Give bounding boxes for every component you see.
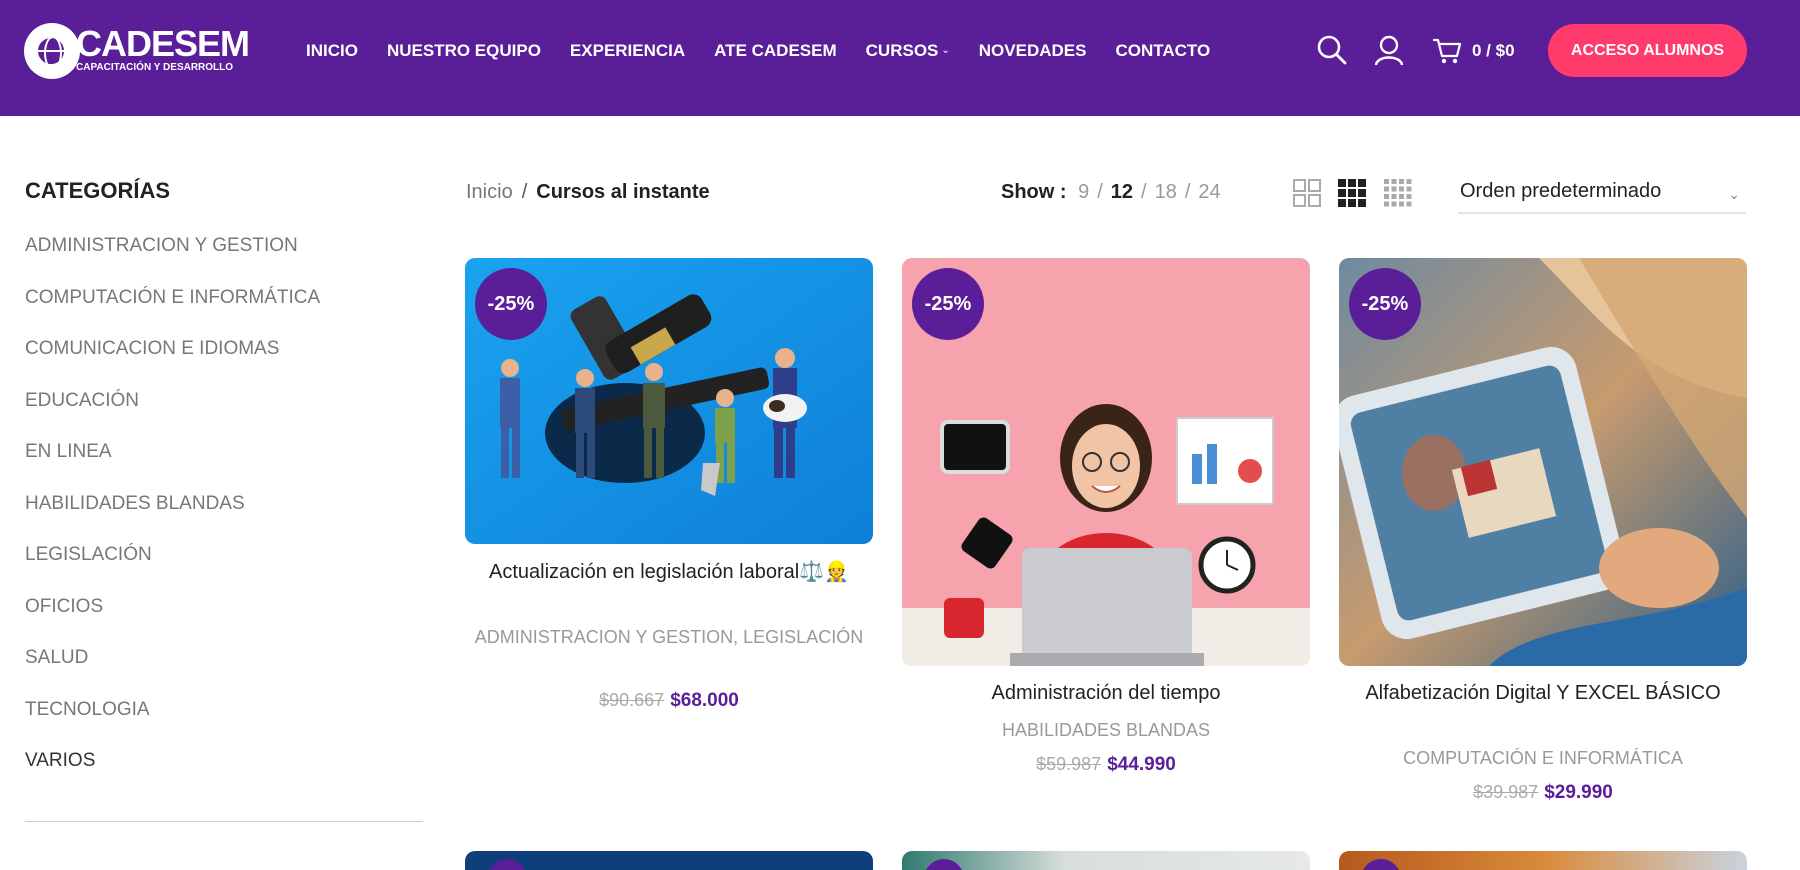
product-image[interactable] [1339, 851, 1747, 870]
show-label: Show : [1001, 181, 1067, 203]
order-select-value: Orden predeterminado [1460, 180, 1662, 202]
nav-cursos-label: CURSOS [865, 41, 939, 60]
category-item[interactable]: ADMINISTRACION Y GESTION [25, 232, 320, 284]
product-price: $39.987 $29.990 [1339, 782, 1747, 804]
category-item[interactable]: EDUCACIÓN [25, 387, 320, 439]
discount-badge [1361, 859, 1401, 870]
logo-name: CADESEM [76, 23, 250, 64]
show-option-9[interactable]: 9 [1078, 181, 1089, 203]
grid-3-icon[interactable] [1338, 179, 1366, 207]
sidebar-divider [25, 821, 423, 822]
nav-novedades[interactable]: NOVEDADES [979, 41, 1087, 61]
nav-ate-cadesem[interactable]: ATE CADESEM [714, 41, 836, 61]
breadcrumb-current: Cursos al instante [536, 181, 710, 203]
product-price: $59.987 $44.990 [902, 754, 1310, 776]
access-students-button[interactable]: ACCESO ALUMNOS [1548, 24, 1747, 77]
cart-icon[interactable] [1431, 34, 1463, 66]
category-item[interactable]: HABILIDADES BLANDAS [25, 490, 320, 542]
product-title[interactable]: Administración del tiempo [902, 679, 1310, 707]
logo-subtitle: CAPACITACIÓN Y DESARROLLO [76, 62, 234, 73]
show-separator: / [1141, 181, 1147, 203]
breadcrumb-home[interactable]: Inicio [466, 181, 513, 203]
product-image[interactable] [902, 851, 1310, 870]
chevron-down-icon: ⌄ [1728, 186, 1740, 202]
chevron-down-icon: ⌄ [941, 45, 950, 56]
nav-cursos[interactable]: CURSOS ⌄ [866, 41, 950, 61]
discount-badge: -25% [1349, 268, 1421, 340]
discount-badge: -25% [912, 268, 984, 340]
user-icon[interactable] [1373, 34, 1405, 66]
product-image[interactable] [465, 851, 873, 870]
product-category[interactable]: COMPUTACIÓN E INFORMÁTICA [1339, 745, 1747, 771]
product-image[interactable]: -25% [465, 258, 873, 544]
nav-inicio[interactable]: INICIO [306, 41, 358, 61]
show-option-24[interactable]: 24 [1198, 181, 1220, 203]
category-item[interactable]: LEGISLACIÓN [25, 541, 320, 593]
category-item[interactable]: SALUD [25, 644, 320, 696]
product-title[interactable]: Actualización en legislación laboral⚖️👷 [465, 558, 873, 586]
site-header: CADESEM CAPACITACIÓN Y DESARROLLO INICIO… [0, 0, 1800, 116]
category-item[interactable]: VARIOS [25, 747, 320, 799]
breadcrumb: Inicio / Cursos al instante [466, 181, 710, 204]
product-image[interactable]: -25% [1339, 258, 1747, 666]
show-option-18[interactable]: 18 [1155, 181, 1177, 203]
category-item[interactable]: EN LINEA [25, 438, 320, 490]
nav-experiencia[interactable]: EXPERIENCIA [570, 41, 685, 61]
globe-icon [36, 36, 66, 70]
grid-4-icon[interactable] [1384, 179, 1412, 207]
category-item[interactable]: OFICIOS [25, 593, 320, 645]
main-nav: INICIO NUESTRO EQUIPO EXPERIENCIA ATE CA… [306, 41, 1239, 61]
cart-total[interactable]: 0 / $0 [1472, 41, 1515, 61]
category-list: ADMINISTRACION Y GESTION COMPUTACIÓN E I… [25, 232, 320, 799]
discount-badge: -25% [475, 268, 547, 340]
category-item[interactable]: COMPUTACIÓN E INFORMÁTICA [25, 284, 320, 336]
nav-contacto[interactable]: CONTACTO [1115, 41, 1210, 61]
show-option-12[interactable]: 12 [1111, 181, 1133, 203]
show-separator: / [1184, 181, 1191, 203]
sale-price: $68.000 [670, 690, 739, 711]
nav-nuestro-equipo[interactable]: NUESTRO EQUIPO [387, 41, 541, 61]
discount-badge [487, 859, 527, 870]
sale-price: $44.990 [1107, 754, 1176, 775]
discount-badge [924, 859, 964, 870]
product-price: $90.667 $68.000 [465, 690, 873, 712]
product-title[interactable]: Alfabetización Digital Y EXCEL BÁSICO [1339, 679, 1747, 707]
show-separator: / [1097, 181, 1103, 203]
old-price: $59.987 [1036, 754, 1102, 774]
category-item[interactable]: COMUNICACION E IDIOMAS [25, 335, 320, 387]
categories-heading: CATEGORÍAS [25, 178, 171, 203]
product-category[interactable]: HABILIDADES BLANDAS [902, 717, 1310, 743]
product-category[interactable]: ADMINISTRACION Y GESTION, LEGISLACIÓN [465, 624, 873, 650]
site-logo[interactable]: CADESEM CAPACITACIÓN Y DESARROLLO [22, 22, 250, 82]
sale-price: $29.990 [1544, 782, 1613, 803]
breadcrumb-separator: / [521, 181, 528, 203]
old-price: $90.667 [599, 690, 665, 710]
grid-2-icon[interactable] [1293, 179, 1321, 207]
order-select[interactable]: Orden predeterminado ⌄ [1458, 176, 1746, 214]
search-icon[interactable] [1316, 34, 1348, 66]
per-page-selector: Show : 9 / 12 / 18 / 24 [1001, 181, 1221, 204]
category-item[interactable]: TECNOLOGIA [25, 696, 320, 748]
old-price: $39.987 [1473, 782, 1539, 802]
product-image[interactable]: -25% [902, 258, 1310, 666]
